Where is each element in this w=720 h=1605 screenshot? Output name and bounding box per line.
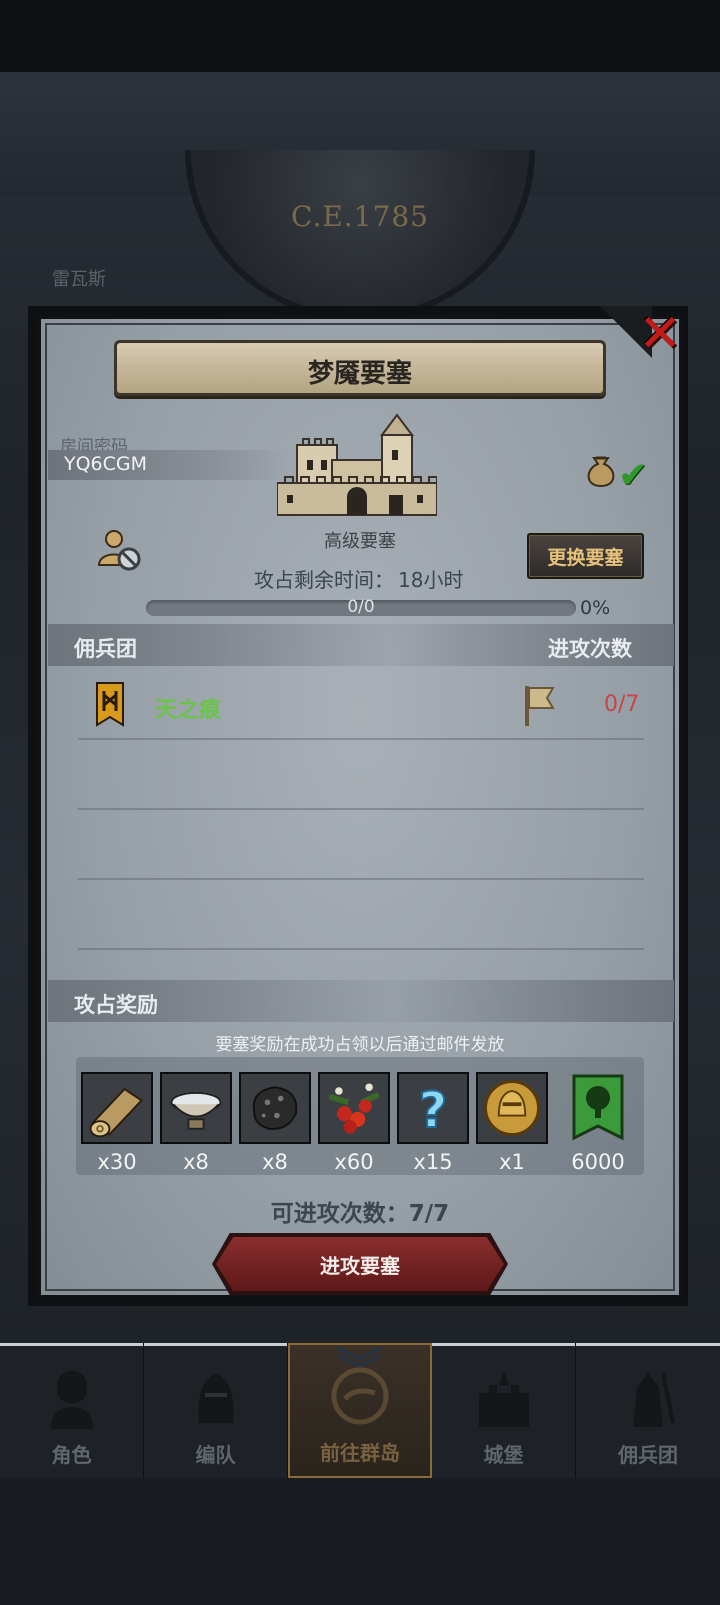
nav-label: 城堡	[483, 1443, 524, 1467]
reward-item[interactable]: ?	[397, 1072, 469, 1144]
check-icon: ✔	[618, 455, 649, 496]
change-fortress-button[interactable]: 更换要塞	[527, 533, 644, 579]
guild-banner-icon	[96, 682, 124, 727]
chevron-down-icon: ︾	[335, 1343, 384, 1399]
no-user-icon[interactable]	[96, 525, 146, 575]
reward-count: x1	[499, 1150, 525, 1174]
nav-label: 角色	[51, 1443, 92, 1467]
title-plate: 梦魇要塞	[114, 340, 606, 396]
nav-mercenary[interactable]: 佣兵团	[576, 1343, 720, 1478]
capture-progress-count: 0/0	[347, 597, 375, 617]
reward-item[interactable]	[81, 1072, 153, 1144]
status-bar	[0, 0, 720, 72]
capture-progress-percent: 0%	[580, 597, 611, 619]
rewards-header: 攻占奖励	[74, 993, 158, 1017]
reward-item[interactable]	[476, 1072, 548, 1144]
time-remaining-value: 18小时	[398, 568, 464, 592]
close-icon: ✕	[638, 304, 682, 364]
nav-castle[interactable]: 城堡	[432, 1343, 576, 1478]
knight-helmet-icon	[197, 1373, 234, 1423]
nav-label: 编队	[195, 1443, 236, 1467]
knight-coin-icon	[478, 1074, 546, 1142]
mercenary-name[interactable]: 天之痕	[155, 692, 221, 724]
mystery-question-icon: ?	[399, 1074, 467, 1142]
berries-icon	[320, 1074, 388, 1142]
reward-count: x60	[334, 1150, 374, 1174]
room-password-value[interactable]: YQ6CGM	[64, 453, 147, 475]
close-button[interactable]: ✕	[632, 306, 688, 362]
attack-fortress-button[interactable]: 进攻要塞	[216, 1237, 504, 1291]
castle-icon	[277, 413, 437, 516]
character-icon	[50, 1371, 93, 1429]
reward-count: 6000	[571, 1150, 625, 1174]
row-divider	[78, 948, 644, 950]
game-screen: { "background": { "year": "C.E.1785", "c…	[0, 0, 720, 1605]
time-remaining-label: 攻占剩余时间：	[254, 568, 394, 592]
ore-icon	[241, 1074, 309, 1142]
reward-item[interactable]	[239, 1072, 311, 1144]
mercenary-attack-count: 0/7	[604, 692, 640, 717]
nav-label: 前往群岛	[320, 1441, 400, 1465]
attack-fortress-label: 进攻要塞	[320, 1253, 400, 1278]
reward-count: x30	[97, 1150, 137, 1174]
bowl-icon	[162, 1074, 230, 1142]
reward-count: x8	[262, 1150, 288, 1174]
flag-icon	[525, 686, 555, 726]
tree-banner-icon	[572, 1074, 624, 1141]
mercenary-header: 佣兵团	[74, 637, 137, 661]
dialog-title: 梦魇要塞	[307, 359, 412, 389]
system-nav-area	[0, 1478, 720, 1605]
svg-text:?: ?	[419, 1081, 448, 1139]
nav-label: 佣兵团	[618, 1443, 678, 1467]
row-divider	[78, 738, 644, 740]
reward-count: x15	[413, 1150, 453, 1174]
log-icon	[83, 1074, 151, 1142]
reward-item[interactable]	[160, 1072, 232, 1144]
year-text: C.E.1785	[291, 200, 429, 233]
attack-count-header: 进攻次数	[548, 637, 632, 661]
row-divider	[78, 808, 644, 810]
mercenary-icon	[633, 1372, 675, 1427]
nav-character[interactable]: 角色	[0, 1343, 144, 1478]
reward-count: x8	[183, 1150, 209, 1174]
castle-nav-icon	[478, 1371, 529, 1427]
reward-item[interactable]	[562, 1072, 634, 1144]
row-divider	[78, 878, 644, 880]
reward-item[interactable]	[318, 1072, 390, 1144]
city-name: 雷瓦斯	[52, 269, 106, 290]
attempts-remaining: 可进攻次数：7/7	[270, 1201, 450, 1227]
loot-bag-icon[interactable]	[584, 450, 618, 488]
nav-formation[interactable]: 编队	[144, 1343, 288, 1478]
rewards-note: 要塞奖励在成功占领以后通过邮件发放	[215, 1035, 505, 1055]
